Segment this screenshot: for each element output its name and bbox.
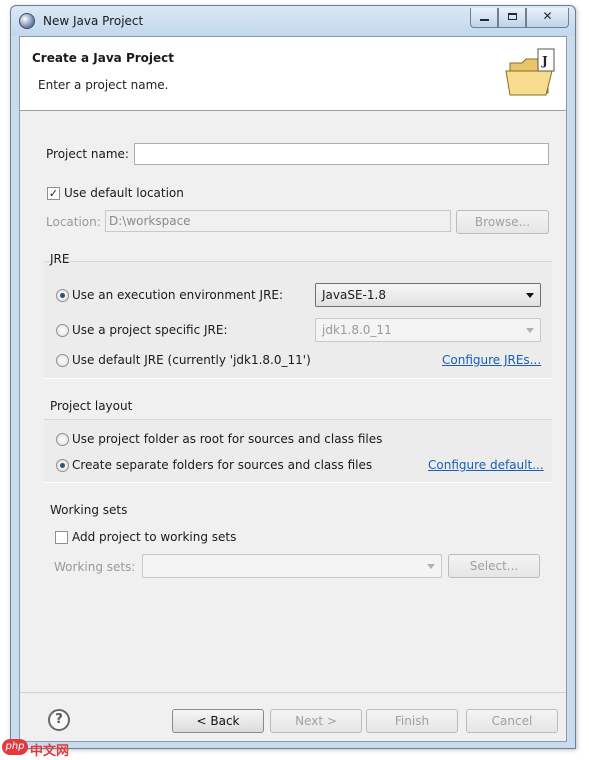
jre-project-specific-radio[interactable] (56, 324, 69, 337)
select-working-sets-button[interactable]: Select... (448, 554, 540, 578)
next-button[interactable]: Next > (270, 709, 362, 733)
project-layout-group (44, 419, 552, 483)
window-title: New Java Project (43, 14, 144, 28)
help-icon[interactable]: ? (48, 709, 70, 731)
dialog-content: Create a Java Project Enter a project na… (19, 36, 567, 742)
jre-default-radio[interactable] (56, 354, 69, 367)
location-label: Location: (46, 215, 101, 229)
working-sets-select[interactable] (142, 554, 442, 578)
close-icon: ✕ (542, 9, 553, 23)
jre-execution-env-label: Use an execution environment JRE: (72, 288, 284, 302)
chevron-down-icon (526, 293, 534, 298)
project-name-label: Project name: (46, 147, 129, 161)
watermark-text: 中文网 (30, 744, 70, 759)
jre-group-label: JRE (50, 252, 70, 266)
execution-env-value: JavaSE-1.8 (322, 288, 386, 302)
chevron-down-icon (427, 564, 435, 569)
add-to-working-sets-checkbox[interactable] (55, 531, 68, 544)
dialog-window: New Java Project ✕ Create a Java Project… (10, 5, 576, 749)
maximize-icon (507, 13, 517, 20)
svg-text:J: J (541, 54, 548, 68)
working-sets-group-label: Working sets (50, 503, 128, 517)
project-name-field[interactable] (134, 143, 549, 165)
use-default-location-label: Use default location (64, 186, 184, 200)
jre-project-specific-label: Use a project specific JRE: (72, 323, 228, 337)
wizard-header: Create a Java Project Enter a project na… (20, 37, 566, 111)
chevron-down-icon (526, 328, 534, 333)
finish-button[interactable]: Finish (366, 709, 458, 733)
minimize-icon (479, 19, 489, 21)
project-specific-jre-value: jdk1.8.0_11 (322, 323, 392, 337)
browse-button[interactable]: Browse... (456, 210, 549, 234)
project-specific-jre-select[interactable]: jdk1.8.0_11 (315, 318, 541, 342)
jre-default-label: Use default JRE (currently 'jdk1.8.0_11'… (72, 353, 311, 367)
execution-env-select[interactable]: JavaSE-1.8 (315, 283, 541, 307)
java-folder-icon: J (505, 48, 555, 96)
wizard-title: Create a Java Project (32, 51, 175, 65)
title-bar[interactable]: New Java Project ✕ (11, 6, 575, 36)
jre-execution-env-radio[interactable] (56, 289, 69, 302)
eclipse-icon (19, 13, 35, 29)
location-field[interactable]: D:\workspace (105, 210, 451, 232)
use-default-location-checkbox[interactable]: ✓ (47, 187, 60, 200)
cancel-button[interactable]: Cancel (466, 709, 558, 733)
layout-root-radio[interactable] (56, 433, 69, 446)
working-sets-label: Working sets: (54, 560, 136, 574)
layout-separate-label: Create separate folders for sources and … (72, 458, 373, 472)
maximize-button[interactable] (498, 8, 526, 28)
layout-root-label: Use project folder as root for sources a… (72, 432, 383, 446)
back-button[interactable]: < Back (172, 709, 264, 733)
minimize-button[interactable] (470, 8, 498, 28)
configure-jres-link[interactable]: Configure JREs... (442, 353, 541, 367)
wizard-description: Enter a project name. (38, 78, 169, 92)
close-button[interactable]: ✕ (526, 8, 569, 28)
watermark-logo: php (2, 739, 28, 755)
configure-default-link[interactable]: Configure default... (428, 458, 544, 472)
project-layout-group-label: Project layout (50, 399, 133, 413)
add-to-working-sets-label: Add project to working sets (72, 530, 237, 544)
footer-divider (20, 692, 566, 693)
checkmark-icon: ✓ (48, 187, 59, 200)
layout-separate-radio[interactable] (56, 459, 69, 472)
